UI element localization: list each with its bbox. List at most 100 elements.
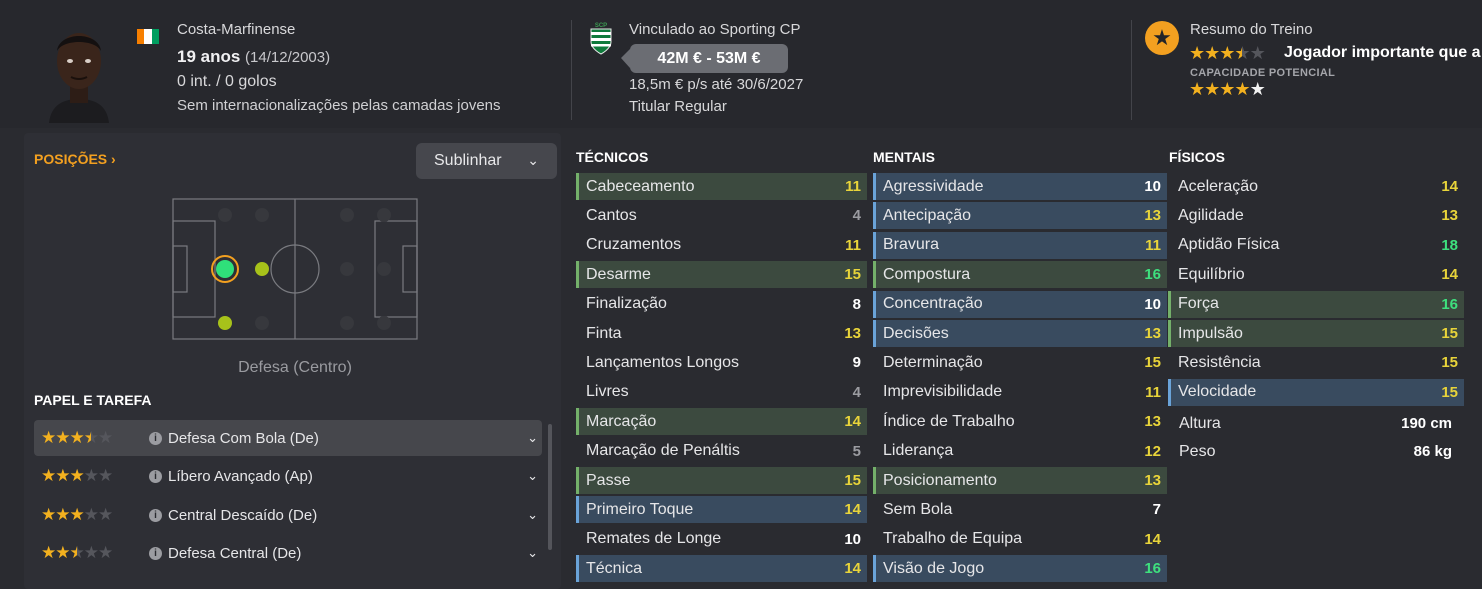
attribute-row[interactable]: Aptidão Física 18 xyxy=(1168,232,1464,259)
technical-heading: TÉCNICOS xyxy=(576,149,649,165)
attribute-value: 12 xyxy=(1144,442,1161,460)
attribute-value: 10 xyxy=(1144,295,1161,313)
star-icon: ★ xyxy=(1204,79,1220,99)
attribute-row[interactable]: Finalização 8 xyxy=(576,291,867,318)
attribute-name: Antecipação xyxy=(883,206,972,224)
attribute-row[interactable]: Antecipação 13 xyxy=(873,202,1167,230)
training-star-icon: ★ xyxy=(1145,21,1179,55)
attribute-row[interactable]: Passe 15 xyxy=(576,467,867,494)
attribute-name: Marcação de Penáltis xyxy=(586,442,740,460)
training-summary-text: Jogador importante que a xyxy=(1284,44,1481,61)
chevron-down-icon[interactable]: ⌄ xyxy=(527,468,538,484)
attribute-row[interactable]: Lançamentos Longos 9 xyxy=(576,349,867,376)
role-row[interactable]: ★★★★★ i Central Descaído (De) ⌄ xyxy=(34,497,542,533)
star-icon: ★ xyxy=(1219,43,1235,63)
attribute-row[interactable]: Índice de Trabalho 13 xyxy=(873,408,1167,435)
attribute-row[interactable]: Bravura 11 xyxy=(873,231,1167,259)
role-stars: ★★★★★ xyxy=(41,505,149,525)
star-icon: ★ xyxy=(83,505,99,524)
player-age: 19 anos (14/12/2003) xyxy=(177,47,330,67)
role-row[interactable]: ★★★★★ i Defesa Com Bola (De) ⌄ xyxy=(34,420,542,456)
nationality[interactable]: Costa-Marfinense xyxy=(177,21,295,38)
attribute-row[interactable]: Remates de Longe 10 xyxy=(576,526,867,553)
attribute-row[interactable]: Imprevisibilidade 11 xyxy=(873,379,1167,406)
attribute-row[interactable]: Liderança 12 xyxy=(873,438,1167,465)
chevron-down-icon[interactable]: ⌄ xyxy=(527,507,538,523)
attribute-name: Livres xyxy=(586,383,629,401)
star-icon: ★ xyxy=(55,505,70,524)
attribute-row[interactable]: Equilíbrio 14 xyxy=(1168,261,1464,288)
role-stars: ★★★★★ xyxy=(41,428,149,448)
star-icon: ★ xyxy=(55,543,70,562)
star-icon: ★ xyxy=(98,543,113,562)
attribute-row[interactable]: Aceleração 14 xyxy=(1168,173,1464,200)
info-icon[interactable]: i xyxy=(149,508,162,522)
info-icon[interactable]: i xyxy=(149,469,162,483)
attribute-row[interactable]: Impulsão 15 xyxy=(1168,320,1464,347)
attribute-value: 15 xyxy=(844,472,861,489)
attribute-row[interactable]: Cabeceamento 11 xyxy=(576,173,867,200)
attribute-row[interactable]: Resistência 15 xyxy=(1168,349,1464,376)
club-crest-icon[interactable]: SCP xyxy=(588,20,614,56)
role-name: Central Descaído (De) xyxy=(168,506,318,524)
attribute-value: 13 xyxy=(1144,325,1161,342)
positions-link[interactable]: POSIÇÕES › xyxy=(34,151,116,167)
star-icon: ★ xyxy=(83,428,99,447)
role-row[interactable]: ★★★★★ i Líbero Avançado (Ap) ⌄ xyxy=(34,458,542,494)
attribute-value: 15 xyxy=(844,266,861,284)
info-icon[interactable]: i xyxy=(149,546,162,560)
attribute-row[interactable]: Livres 4 xyxy=(576,379,867,406)
attribute-row[interactable]: Posicionamento 13 xyxy=(873,467,1167,494)
attribute-name: Índice de Trabalho xyxy=(883,412,1015,430)
attribute-value: 4 xyxy=(852,207,861,225)
attribute-row[interactable]: Concentração 10 xyxy=(873,290,1167,318)
role-name: Defesa Com Bola (De) xyxy=(168,429,319,447)
role-name: Líbero Avançado (Ap) xyxy=(168,467,313,485)
attribute-row[interactable]: Cruzamentos 11 xyxy=(576,232,867,259)
star-icon: ★ xyxy=(98,505,113,524)
attribute-row[interactable]: Sem Bola 7 xyxy=(873,496,1167,523)
attribute-row[interactable]: Agilidade 13 xyxy=(1168,202,1464,229)
attribute-row[interactable]: Força 16 xyxy=(1168,290,1464,318)
attribute-row[interactable]: Velocidade 15 xyxy=(1168,378,1464,406)
attribute-value: 14 xyxy=(844,560,861,578)
attribute-name: Sem Bola xyxy=(883,500,953,518)
training-summary-title[interactable]: Resumo do Treino xyxy=(1190,21,1313,38)
attribute-row[interactable]: Agressividade 10 xyxy=(873,173,1167,200)
contract-club[interactable]: Vinculado ao Sporting CP xyxy=(629,21,801,38)
attribute-value: 14 xyxy=(1144,530,1161,548)
attribute-name: Resistência xyxy=(1178,353,1261,371)
attribute-value: 13 xyxy=(1441,207,1458,225)
role-list-scrollbar[interactable] xyxy=(548,424,552,550)
squad-status: Titular Regular xyxy=(629,98,727,115)
header-divider xyxy=(1131,20,1132,120)
attribute-row[interactable]: Desarme 15 xyxy=(576,261,867,289)
info-icon[interactable]: i xyxy=(149,431,162,445)
attribute-name: Agressividade xyxy=(883,177,984,195)
attribute-value: 14 xyxy=(1441,266,1458,284)
transfer-value-tag[interactable]: 42M € - 53M € xyxy=(621,44,788,73)
attribute-row[interactable]: Primeiro Toque 14 xyxy=(576,496,867,524)
attribute-row[interactable]: Compostura 16 xyxy=(873,261,1167,289)
attribute-value: 11 xyxy=(845,236,861,254)
attribute-row[interactable]: Determinação 15 xyxy=(873,349,1167,376)
player-avatar[interactable] xyxy=(43,17,115,123)
role-row[interactable]: ★★★★★ i Defesa Central (De) ⌄ xyxy=(34,535,542,571)
attribute-row[interactable]: Decisões 13 xyxy=(873,320,1167,347)
attribute-value: 10 xyxy=(1144,178,1161,195)
attribute-row[interactable]: Trabalho de Equipa 14 xyxy=(873,526,1167,553)
ivory-coast-flag-icon xyxy=(137,29,159,44)
underline-dropdown[interactable]: Sublinhar ⌄ xyxy=(416,143,557,179)
attribute-row[interactable]: Técnica 14 xyxy=(576,555,867,583)
attribute-row[interactable]: Marcação de Penáltis 5 xyxy=(576,438,867,465)
position-pitch[interactable] xyxy=(157,198,418,340)
role-heading: PAPEL E TAREFA xyxy=(34,392,152,408)
chevron-down-icon[interactable]: ⌄ xyxy=(527,430,538,446)
attribute-row[interactable]: Marcação 14 xyxy=(576,408,867,436)
chevron-down-icon[interactable]: ⌄ xyxy=(527,545,538,561)
attribute-row[interactable]: Finta 13 xyxy=(576,320,867,347)
attribute-row[interactable]: Cantos 4 xyxy=(576,202,867,229)
attribute-value: 16 xyxy=(1144,266,1161,284)
attribute-row[interactable]: Visão de Jogo 16 xyxy=(873,555,1167,583)
star-icon: ★ xyxy=(1234,43,1250,63)
